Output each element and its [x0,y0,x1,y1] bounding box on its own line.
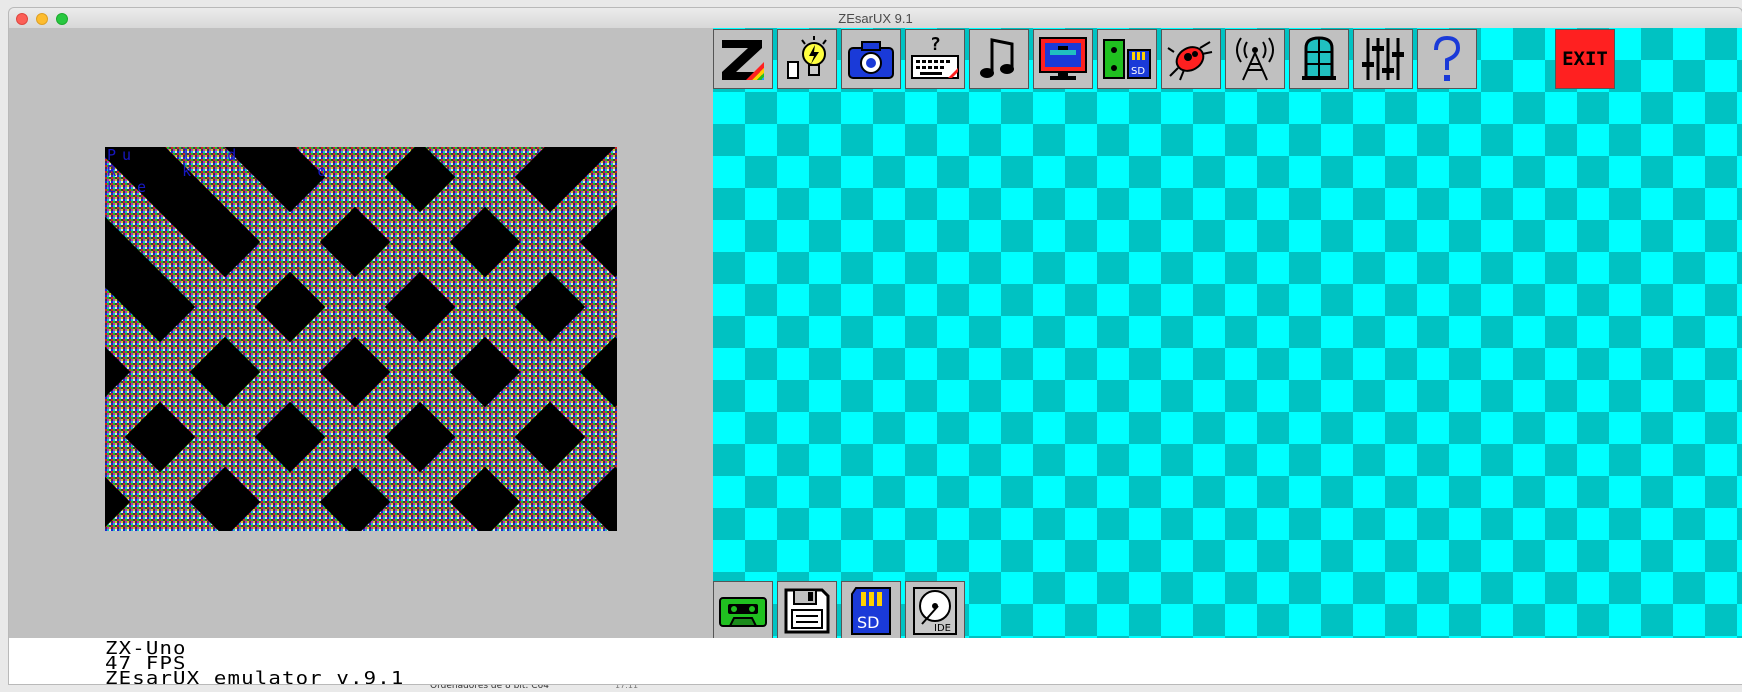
mmc-button[interactable]: SD [841,581,901,641]
ide-disk-icon: IDE [913,587,957,635]
exit-button[interactable]: EXIT [1555,29,1615,89]
settings-button[interactable] [777,29,837,89]
disk-button[interactable] [777,581,837,641]
ide-button[interactable]: IDE [905,581,965,641]
display-icon [1039,37,1087,80]
keyboard-button[interactable]: ? [905,29,965,89]
smartload-button[interactable] [713,29,773,89]
mixer-button[interactable] [1353,29,1413,89]
music-note-icon [980,38,1014,78]
svg-text:SD: SD [1131,66,1145,77]
help-button[interactable] [1417,29,1477,89]
title-bar[interactable]: ZEsarUX 9.1 [9,8,1742,29]
tape-button[interactable] [713,581,773,641]
exit-label: EXIT [1562,48,1608,70]
bug-icon [1167,41,1213,81]
menu-desktop[interactable]: ? SD EXIT SD IDE [713,28,1742,641]
lattice-pattern [105,147,617,531]
storage-sd-icon: SD [1103,39,1151,79]
floppy-icon [784,588,830,634]
zx-text-line: L e [107,178,153,196]
emulator-content: Pu l d R k o L e ? SD EXIT SD IDE [9,28,1742,641]
sd-label: SD [857,613,879,632]
audio-button[interactable] [969,29,1029,89]
emulator-window: ZEsarUX 9.1 Pu l d R k o L e ? SD EXIT S… [9,8,1742,684]
debug-button[interactable] [1161,29,1221,89]
sliders-icon [1362,38,1404,80]
window-icon [1302,36,1336,80]
camera-icon [848,41,894,79]
lightbulb-battery-icon [787,36,827,79]
status-footer: ZX-Uno 47 FPS ZEsarUX emulator v.9.1 [9,638,1742,684]
zx-screen-text: Pu l d R k o L e [107,147,332,195]
network-button[interactable] [1225,29,1285,89]
storage-button[interactable]: SD [1097,29,1157,89]
version-text: ZEsarUX emulator v.9.1 [105,668,405,685]
keyboard-icon: ? [911,34,959,79]
zx-screen[interactable]: Pu l d R k o L e [105,147,617,531]
antenna-icon [1236,37,1274,81]
cassette-icon [719,597,767,627]
zx-spectrum-logo-icon [722,40,764,80]
snapshot-button[interactable] [841,29,901,89]
display-button[interactable] [1033,29,1093,89]
windows-button[interactable] [1289,29,1349,89]
window-title: ZEsarUX 9.1 [838,11,913,26]
sd-card-icon: SD [851,587,891,635]
question-icon [1434,35,1461,81]
ide-label: IDE [934,623,951,634]
svg-text:?: ? [930,34,941,55]
